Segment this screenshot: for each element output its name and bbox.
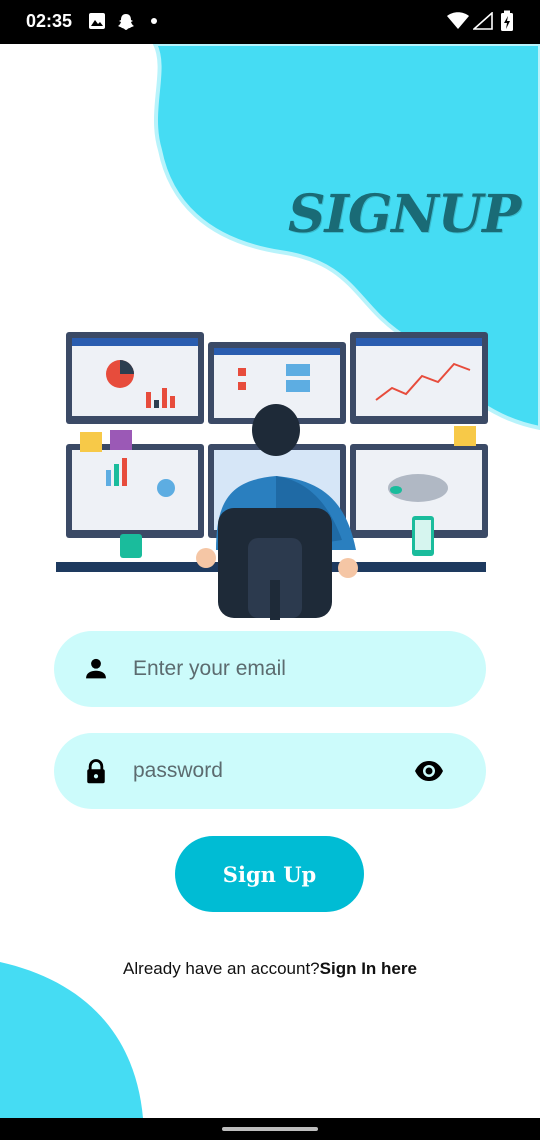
password-placeholder: password — [133, 759, 223, 782]
status-bar: 02:35 — [0, 0, 540, 44]
email-field[interactable]: Enter your email — [54, 631, 486, 707]
sign-up-button[interactable]: Sign Up — [175, 836, 364, 912]
email-placeholder: Enter your email — [133, 657, 286, 680]
sign-in-prompt-text: Already have an account? — [123, 959, 320, 978]
sign-in-prompt: Already have an account?Sign In here — [0, 959, 540, 979]
navigation-bar — [0, 1118, 540, 1140]
password-field[interactable]: password — [54, 733, 486, 809]
wifi-icon — [447, 12, 469, 29]
trader-illustration — [56, 332, 488, 620]
sign-in-link[interactable]: Sign In here — [320, 959, 417, 978]
status-time: 02:35 — [26, 11, 73, 31]
snapchat-icon — [118, 14, 134, 30]
eye-icon[interactable] — [414, 759, 444, 783]
gallery-icon — [89, 13, 105, 29]
bottom-left-blob — [0, 962, 143, 1118]
signal-icon — [473, 12, 493, 30]
page-title: SIGNUP — [288, 184, 521, 245]
notification-dot-icon — [151, 18, 157, 24]
person-icon — [86, 658, 106, 679]
home-indicator[interactable] — [222, 1127, 318, 1131]
lock-icon — [87, 759, 105, 784]
battery-charging-icon — [501, 10, 513, 31]
